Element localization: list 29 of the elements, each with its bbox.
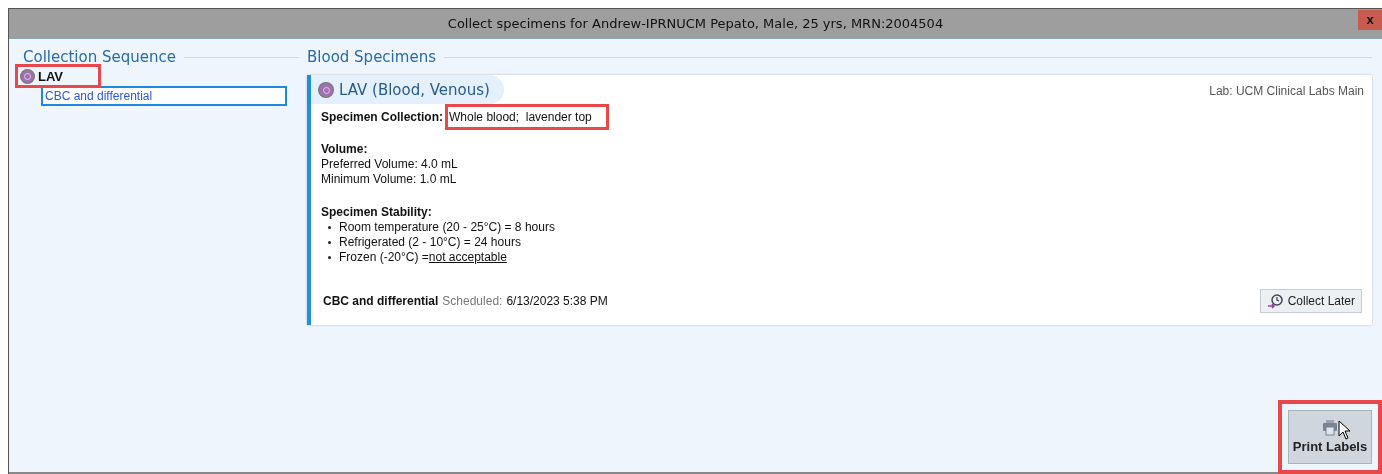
close-button[interactable]: x	[1358, 10, 1382, 30]
specimen-title: LAV (Blood, Venous)	[339, 81, 490, 99]
field-label: Specimen Collection:	[321, 110, 444, 124]
field-value: Whole blood; lavender top	[449, 110, 592, 124]
clock-arrow-icon	[1266, 293, 1285, 309]
print-labels-button[interactable]: Print Labels	[1288, 410, 1372, 464]
bullet-icon	[328, 226, 331, 229]
bullet-icon	[328, 241, 331, 244]
collect-later-button[interactable]: Collect Later	[1259, 289, 1362, 313]
stability-text: Room temperature (20 - 25°C) = 8 hours	[339, 220, 555, 235]
field-label: Volume:	[321, 142, 369, 157]
stability-text: Refrigerated (2 - 10°C) = 24 hours	[339, 235, 521, 250]
field-label: Specimen Stability:	[321, 205, 433, 220]
volume-line: Preferred Volume: 4.0 mL	[321, 157, 459, 172]
printer-icon	[1322, 420, 1338, 436]
section-heading: Blood Specimens	[307, 48, 436, 66]
bullet-icon	[328, 256, 331, 259]
stability-text: not acceptable	[428, 250, 507, 265]
section-heading: Collection Sequence	[23, 48, 176, 66]
order-name: CBC and differential	[323, 294, 439, 308]
scheduled-label: Scheduled:	[442, 294, 503, 308]
window-title: Collect specimens for Andrew-IPRNUCM Pepato, Male, 25 yrs, MRN:2004504	[447, 16, 944, 31]
group-label: LAV	[38, 68, 64, 84]
volume-line: Minimum Volume: 1.0 mL	[321, 172, 458, 187]
scheduled-value: 6/13/2023 5:38 PM	[506, 294, 608, 308]
mouse-cursor-icon	[1338, 420, 1352, 440]
sequence-item[interactable]: CBC and differential	[41, 86, 287, 106]
stability-text: Frozen (-20°C) =	[339, 250, 429, 265]
lab-name: Lab: UCM Clinical Labs Main	[1209, 83, 1365, 98]
